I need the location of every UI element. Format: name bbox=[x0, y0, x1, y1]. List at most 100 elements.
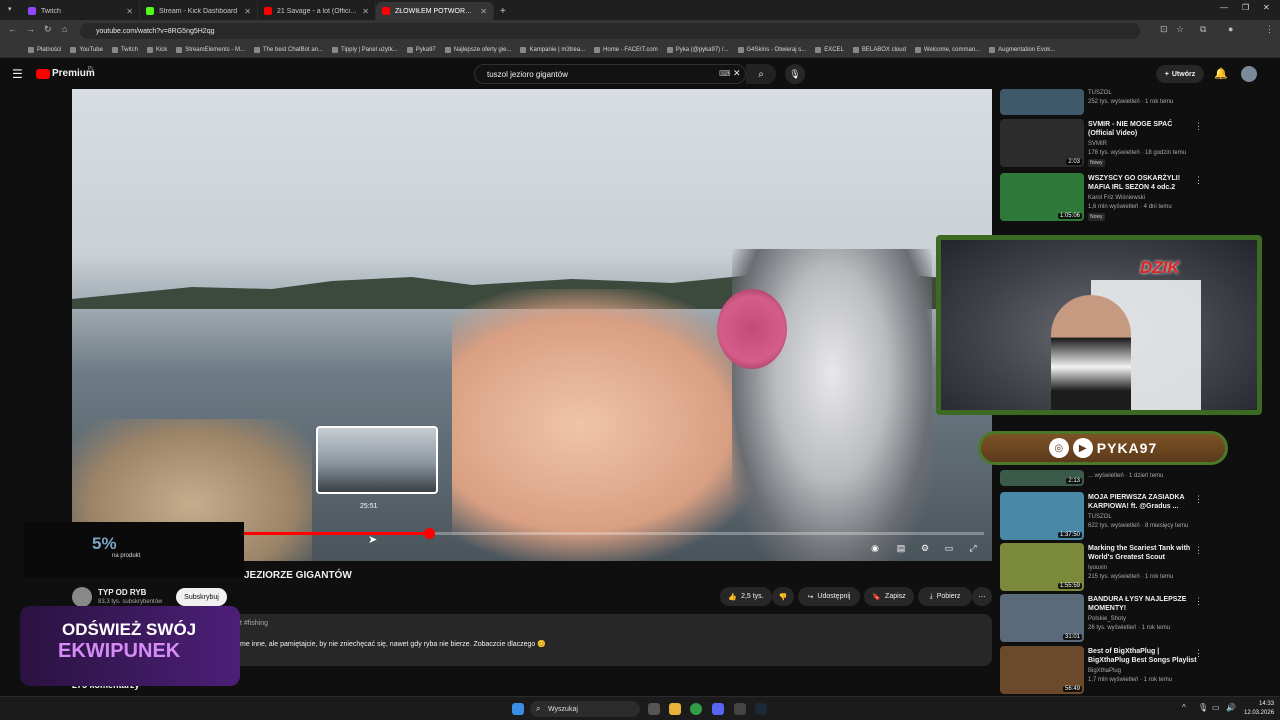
back-icon[interactable]: ← bbox=[8, 24, 17, 34]
minimize-icon[interactable]: — bbox=[1220, 3, 1228, 12]
scrubber-handle[interactable] bbox=[424, 528, 435, 539]
partial-recommendation[interactable]: 2:13 ... wyświetleń · 1 dzień temu bbox=[1000, 470, 1206, 488]
forward-icon[interactable]: → bbox=[26, 24, 35, 34]
mic-tray-icon[interactable]: 🎙 bbox=[1198, 703, 1208, 712]
task-view-icon[interactable] bbox=[648, 703, 660, 715]
install-icon[interactable]: ⊡ bbox=[1160, 24, 1168, 35]
new-tab-button[interactable]: + bbox=[500, 6, 506, 17]
bookmark-item[interactable]: The best ChatBot an... bbox=[253, 46, 323, 53]
account-avatar[interactable] bbox=[1241, 66, 1257, 82]
close-tab-icon[interactable]: ✕ bbox=[480, 7, 487, 16]
bookmark-item[interactable]: Welcome, comman... bbox=[914, 46, 980, 53]
dislike-button[interactable]: 👎 bbox=[772, 587, 794, 606]
like-button[interactable]: 👍 2,5 tys. bbox=[720, 587, 772, 606]
channel-avatar[interactable] bbox=[72, 587, 92, 607]
taskbar-search[interactable]: ⌕ Wyszukaj bbox=[530, 701, 640, 717]
browser-tab[interactable]: Twitch ✕ bbox=[22, 2, 140, 20]
tab-search-icon[interactable]: ▾ bbox=[8, 5, 12, 13]
bookmark-item[interactable]: StreamElements - M... bbox=[176, 46, 245, 53]
bookmark-item[interactable]: Twitch bbox=[111, 46, 138, 53]
progress-bar[interactable] bbox=[244, 528, 984, 539]
system-clock[interactable]: 14:33 12.03.2026 bbox=[1244, 700, 1274, 718]
create-button[interactable]: + Utwórz bbox=[1156, 65, 1204, 83]
profile-icon[interactable]: ● bbox=[1228, 24, 1233, 34]
bookmark-item[interactable]: Augmentation Evok... bbox=[989, 46, 1055, 53]
recommended-video[interactable]: 2:03 SVMIR - NIE MOGE SPAĆ (Official Vide… bbox=[1000, 119, 1206, 171]
browser-tab[interactable]: Stream - Kick Dashboard ✕ bbox=[140, 2, 258, 20]
more-options-icon[interactable]: ⋮ bbox=[1194, 596, 1203, 607]
browser-tab[interactable]: ZŁOWIŁEM POTWORYI!! - T ✕ bbox=[376, 2, 494, 20]
youtube-logo-icon[interactable] bbox=[36, 69, 50, 79]
autoplay-toggle[interactable]: ◉ bbox=[868, 542, 882, 554]
youtube-icon: ▶ bbox=[1072, 438, 1093, 458]
close-tab-icon[interactable]: ✕ bbox=[126, 7, 133, 16]
search-input[interactable]: tuszol jezioro gigantów ⌨ ✕ bbox=[474, 64, 746, 84]
bookmark-item[interactable]: Home - FACEIT.com bbox=[594, 46, 658, 53]
bookmark-item[interactable]: Kampanie | m3trea... bbox=[520, 46, 585, 53]
maximize-icon[interactable]: ❐ bbox=[1242, 3, 1249, 12]
more-options-icon[interactable]: ⋮ bbox=[1194, 494, 1203, 505]
recommended-video[interactable]: TUSZOL 252 tys. wyświetleń · 1 rok temu bbox=[1000, 89, 1206, 117]
home-icon[interactable]: ⌂ bbox=[62, 24, 67, 34]
tab-title: Twitch bbox=[41, 7, 61, 15]
chrome-icon[interactable] bbox=[690, 703, 702, 715]
bookmark-item[interactable]: Kick bbox=[146, 46, 167, 53]
discord-icon[interactable] bbox=[712, 703, 724, 715]
more-options-icon[interactable]: ⋮ bbox=[1194, 121, 1203, 132]
file-explorer-icon[interactable] bbox=[669, 703, 681, 715]
more-options-icon[interactable]: ⋮ bbox=[1194, 545, 1203, 556]
clear-search-icon[interactable]: ✕ bbox=[733, 68, 741, 79]
banner-line-1: ODŚWIEŻ SWÓJ bbox=[62, 620, 197, 639]
tray-chevron-icon[interactable]: ^ bbox=[1182, 703, 1186, 712]
close-tab-icon[interactable]: ✕ bbox=[244, 7, 251, 16]
bookmark-item[interactable]: Płatności bbox=[28, 46, 61, 53]
bookmark-item[interactable]: Pyka (@pyka97) /... bbox=[666, 46, 729, 53]
steam-icon[interactable] bbox=[755, 703, 767, 715]
browser-menu-icon[interactable]: ⋮ bbox=[1265, 24, 1274, 35]
settings-button[interactable]: ⚙ bbox=[918, 542, 932, 554]
subtitles-button[interactable]: ▤ bbox=[894, 542, 908, 554]
windows-start-icon[interactable] bbox=[512, 703, 524, 715]
more-options-icon[interactable]: ⋮ bbox=[1194, 175, 1203, 186]
obs-icon[interactable] bbox=[734, 703, 746, 715]
recommended-video[interactable]: 31:01 BANDURA ŁYSY NAJLEPSZE MOMENTY! Pols… bbox=[1000, 594, 1206, 646]
recommended-video[interactable]: 1:37:50 MOJA PIERWSZA ZASIADKA KARPIOWA! … bbox=[1000, 492, 1206, 544]
reload-icon[interactable]: ↻ bbox=[44, 24, 52, 35]
share-button[interactable]: ↪ Udostępnij bbox=[798, 587, 860, 606]
browser-tab[interactable]: 21 Savage - a lot (Official V ✕ bbox=[258, 2, 376, 20]
miniplayer-button[interactable]: ▭ bbox=[942, 542, 956, 554]
recommended-video[interactable]: 1:05:06 WSZYSCY GO OSKARŻYLI! MAFIA IRL S… bbox=[1000, 173, 1206, 225]
dzik-logo: DZIK bbox=[1140, 258, 1180, 277]
bookmark-item[interactable]: Pyka97 bbox=[406, 46, 436, 53]
notifications-bell-icon[interactable]: 🔔 bbox=[1214, 67, 1228, 80]
extensions-icon[interactable]: ⧉ bbox=[1200, 24, 1206, 35]
bookmark-item[interactable]: BELABOX cloud bbox=[852, 46, 906, 53]
bookmark-item[interactable]: Najlepsze oferty gie... bbox=[444, 46, 511, 53]
recommended-video[interactable]: 56:49 Best of BigXthaPlug | BigXthaPlug B… bbox=[1000, 646, 1206, 698]
bookmark-item[interactable]: EXCEL bbox=[815, 46, 844, 53]
video-player[interactable]: 25:51 ➤ ◉ ▤ ⚙ ▭ ⤢ bbox=[72, 89, 992, 561]
recommended-video[interactable]: 1:55:59 Marking the Scariest Tank with Wo… bbox=[1000, 543, 1206, 595]
close-tab-icon[interactable]: ✕ bbox=[362, 7, 369, 16]
bookmark-favicon-icon bbox=[111, 46, 118, 53]
bookmark-star-icon[interactable]: ☆ bbox=[1176, 24, 1184, 35]
volume-icon[interactable]: 🔊 bbox=[1226, 703, 1236, 712]
subscribe-button[interactable]: Subskrybuj bbox=[176, 588, 227, 606]
channel-name[interactable]: TYP OD RYB bbox=[98, 588, 146, 597]
voice-search-button[interactable]: 🎙 bbox=[785, 64, 805, 84]
ekwipunek-banner: ODŚWIEŻ SWÓJ EKWIPUNEK bbox=[20, 606, 240, 686]
bookmark-item[interactable]: Tipply | Panel użytk... bbox=[332, 46, 398, 53]
bookmark-item[interactable]: G4Skins - Otwieraj s... bbox=[737, 46, 806, 53]
more-options-icon[interactable]: ⋮ bbox=[1194, 648, 1203, 659]
network-icon[interactable]: ▭ bbox=[1212, 703, 1220, 712]
save-button[interactable]: 🔖 Zapisz bbox=[864, 587, 914, 606]
download-button[interactable]: ⤓ Pobierz bbox=[918, 587, 972, 606]
bookmark-item[interactable]: YouTube bbox=[70, 46, 103, 53]
more-actions-button[interactable]: ⋯ bbox=[972, 587, 992, 606]
search-button[interactable]: ⌕ bbox=[746, 64, 776, 84]
fullscreen-button[interactable]: ⤢ bbox=[966, 542, 980, 554]
keyboard-icon[interactable]: ⌨ bbox=[719, 69, 731, 78]
menu-icon[interactable]: ☰ bbox=[12, 67, 23, 81]
close-window-icon[interactable]: ✕ bbox=[1263, 3, 1270, 12]
url-bar[interactable]: youtube.com/watch?v=8RG5ng5H2qg bbox=[80, 23, 1140, 39]
